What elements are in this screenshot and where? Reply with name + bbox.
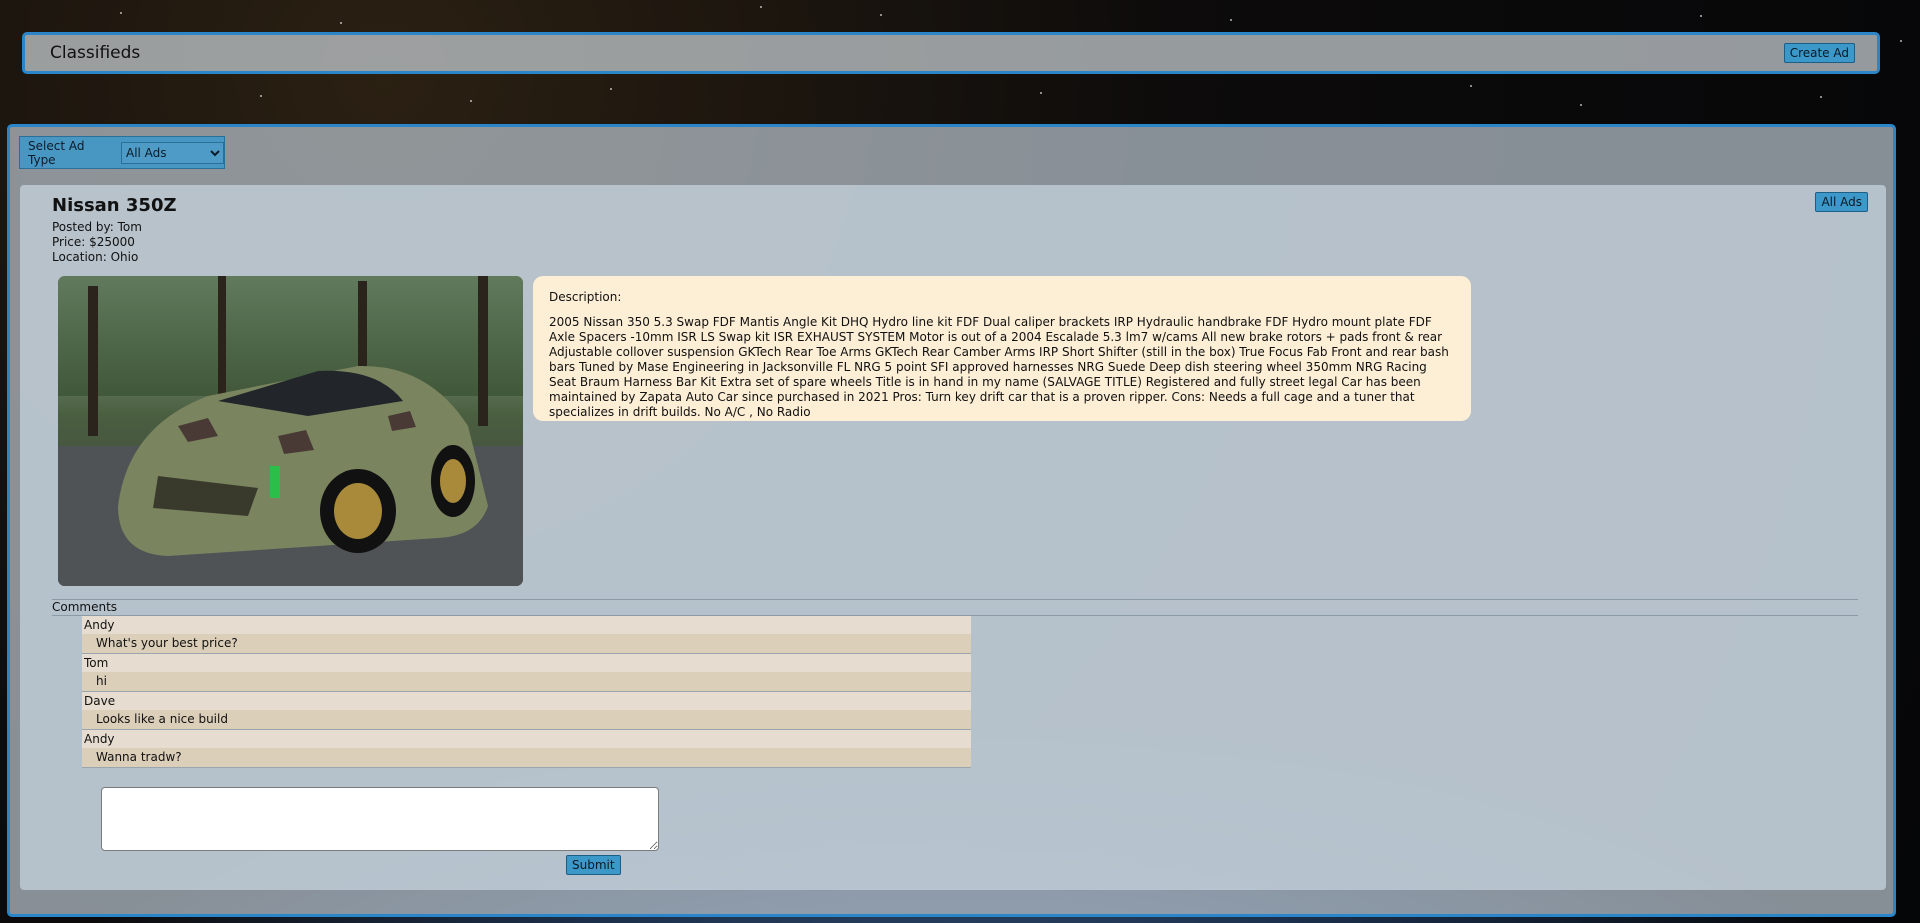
- ad-photo: [58, 276, 523, 586]
- submit-comment-button[interactable]: Submit: [566, 855, 621, 875]
- comment-item: Tom hi: [82, 654, 971, 692]
- comment-text: Looks like a nice build: [82, 710, 971, 729]
- ad-type-filter: Select Ad Type All Ads: [19, 136, 225, 169]
- car-photo-illustration: [58, 276, 523, 586]
- comment-text: hi: [82, 672, 971, 691]
- comment-text: Wanna tradw?: [82, 748, 971, 767]
- ad-type-select[interactable]: All Ads: [120, 141, 224, 164]
- comment-textarea[interactable]: [101, 787, 659, 851]
- comment-author: Andy: [82, 730, 971, 748]
- description-text: 2005 Nissan 350 5.3 Swap FDF Mantis Angl…: [549, 315, 1449, 419]
- ad-price: Price: $25000: [52, 235, 135, 249]
- app-title: Classifieds: [50, 43, 141, 63]
- ad-type-label: Select Ad Type: [28, 138, 85, 167]
- comments-label: Comments: [52, 600, 118, 614]
- comment-author: Andy: [82, 616, 971, 634]
- ad-location: Location: Ohio: [52, 250, 139, 264]
- comment-text: What's your best price?: [82, 634, 971, 653]
- ad-detail-card: Nissan 350Z Posted by: Tom Price: $25000…: [20, 185, 1886, 890]
- description-box: Description: 2005 Nissan 350 5.3 Swap FD…: [533, 276, 1471, 421]
- all-ads-button[interactable]: All Ads: [1815, 192, 1868, 212]
- comment-item: Dave Looks like a nice build: [82, 692, 971, 730]
- description-label: Description:: [549, 290, 622, 304]
- ad-posted-by: Posted by: Tom: [52, 220, 142, 234]
- comment-author: Tom: [82, 654, 971, 672]
- comment-item: Andy Wanna tradw?: [82, 730, 971, 768]
- ad-title: Nissan 350Z: [52, 195, 177, 216]
- comments-divider-top: [52, 599, 1858, 600]
- main-panel: Select Ad Type All Ads Nissan 350Z Poste…: [7, 124, 1896, 917]
- create-ad-button[interactable]: Create Ad: [1783, 43, 1855, 63]
- comments-list: Andy What's your best price? Tom hi Dave…: [82, 616, 971, 768]
- ad-meta: Posted by: Tom Price: $25000 Location: O…: [52, 220, 142, 265]
- comment-author: Dave: [82, 692, 971, 710]
- comment-item: Andy What's your best price?: [82, 616, 971, 654]
- top-header-bar: Classifieds Create Ad: [22, 32, 1880, 74]
